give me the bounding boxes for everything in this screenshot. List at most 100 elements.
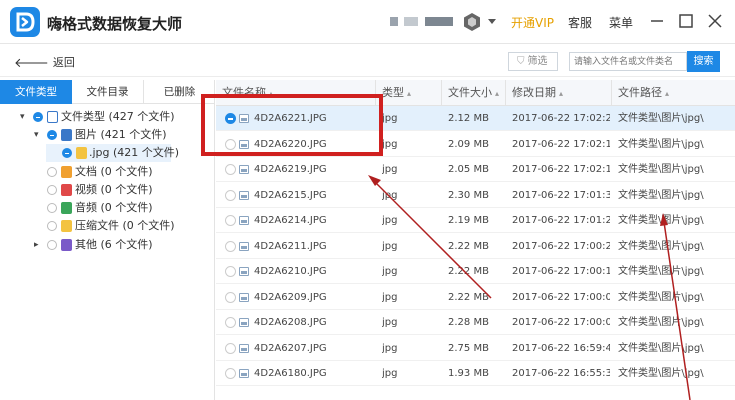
cell-name: 4D2A6215.JPG [254, 189, 327, 201]
tree-checkbox[interactable] [62, 148, 72, 158]
cell-name: 4D2A6220.JPG [254, 138, 327, 150]
search-button[interactable]: 搜索 [687, 51, 720, 72]
cell-date: 2017-06-22 17:02:10 [512, 164, 610, 175]
expand-icon[interactable]: ▸ [34, 236, 44, 254]
file-table: 文件名称 ▴ 类型 ▴ 文件大小 ▴ 修改日期 ▴ 文件路径 ▴ 4D2A6221.JPG… [216, 80, 735, 400]
column-header-name[interactable]: 文件名称 ▴ [216, 80, 376, 106]
title-bar: 嗨格式数据恢复大师 开通VIP 客服 菜单 [0, 0, 735, 44]
tree-item-audio[interactable]: 音频 (0 个文件) [0, 199, 215, 217]
cell-size: 2.12 MB [448, 113, 489, 124]
column-label: 类型 [382, 86, 404, 99]
tree-checkbox[interactable] [33, 112, 43, 122]
table-row[interactable]: 4D2A6214.JPG jpg 2.19 MB 2017-06-22 17:01:2… [216, 208, 735, 233]
table-row[interactable]: 4D2A6207.JPG jpg 2.75 MB 2017-06-22 16:59:4… [216, 336, 735, 361]
archive-icon [61, 220, 72, 232]
column-header-path[interactable]: 文件路径 ▴ [612, 80, 735, 106]
row-checkbox[interactable] [225, 266, 236, 277]
row-checkbox[interactable] [225, 164, 236, 175]
collapse-icon[interactable]: ▾ [34, 126, 44, 144]
cell-path: 文件类型\图片\jpg\ [618, 317, 704, 328]
tree-checkbox[interactable] [47, 221, 57, 231]
row-checkbox[interactable] [225, 240, 236, 252]
tree-item-others[interactable]: ▸ 其他 (6 个文件) [0, 236, 215, 254]
tree-item-videos[interactable]: 视频 (0 个文件) [0, 181, 215, 199]
cell-date: 2017-06-22 16:55:38 [512, 368, 610, 379]
user-avatar-icon[interactable] [462, 12, 482, 32]
cell-name: 4D2A6211.JPG [254, 240, 327, 252]
arrow-left-icon: 🡐 [14, 56, 49, 71]
sort-icon: ▴ [665, 89, 670, 98]
row-checkbox[interactable] [225, 215, 236, 226]
tree-item-label: 压缩文件 (0 个文件) [75, 219, 175, 232]
tree-item-jpg[interactable]: .jpg (421 个文件) [46, 144, 179, 162]
cell-date: 2017-06-22 17:01:36 [512, 189, 610, 201]
maximize-icon[interactable] [677, 12, 695, 30]
image-file-icon [239, 292, 249, 302]
table-row[interactable]: 4D2A6211.JPG jpg 2.22 MB 2017-06-22 17:00:2… [216, 234, 735, 259]
collapse-icon[interactable]: ▾ [20, 108, 30, 126]
close-icon[interactable] [706, 12, 724, 30]
chevron-down-icon[interactable] [488, 19, 496, 24]
tree-checkbox[interactable] [47, 185, 57, 195]
cell-path: 文件类型\图片\jpg\ [618, 342, 704, 354]
tree-checkbox[interactable] [47, 240, 57, 250]
cell-size: 2.30 MB [448, 189, 489, 201]
image-folder-icon [61, 129, 72, 141]
cell-size: 2.22 MB [448, 291, 489, 303]
table-row[interactable]: 4D2A6220.JPG jpg 2.09 MB 2017-06-22 17:02:1… [216, 132, 735, 157]
image-file-icon [239, 190, 249, 200]
table-row[interactable]: 4D2A6219.JPG jpg 2.05 MB 2017-06-22 17:02:1… [216, 157, 735, 182]
service-link[interactable]: 客服 [568, 14, 592, 31]
image-file-icon [239, 369, 249, 378]
cell-path: 文件类型\图片\jpg\ [618, 189, 704, 201]
cell-path: 文件类型\图片\jpg\ [618, 215, 704, 226]
other-files-icon [61, 239, 72, 251]
row-checkbox[interactable] [225, 342, 236, 354]
tree-item-pictures[interactable]: ▾ 图片 (421 个文件) [0, 126, 215, 144]
cell-date: 2017-06-22 17:00:14 [512, 266, 610, 277]
tree-item-root[interactable]: ▾ 文件类型 (427 个文件) [0, 108, 215, 126]
table-row[interactable]: 4D2A6210.JPG jpg 2.22 MB 2017-06-22 17:00:1… [216, 259, 735, 284]
menu-link[interactable]: 菜单 [609, 14, 633, 31]
cell-path: 文件类型\图片\jpg\ [618, 138, 704, 150]
column-header-size[interactable]: 文件大小 ▴ [442, 80, 506, 106]
row-checkbox[interactable] [225, 138, 236, 150]
back-button[interactable]: 🡐 返回 [14, 54, 75, 71]
tree-checkbox[interactable] [47, 130, 57, 140]
table-row[interactable]: 4D2A6208.JPG jpg 2.28 MB 2017-06-22 17:00:0… [216, 310, 735, 335]
cell-size: 2.09 MB [448, 138, 489, 150]
image-file-icon [239, 216, 249, 225]
vip-link[interactable]: 开通VIP [511, 14, 554, 31]
account-placeholder [390, 17, 398, 26]
cell-path: 文件类型\图片\jpg\ [618, 113, 704, 124]
sort-icon: ▴ [269, 89, 274, 98]
sort-icon: ▴ [559, 89, 564, 98]
tab-file-directory[interactable]: 文件目录 [72, 80, 144, 104]
tab-deleted[interactable]: 已删除 [144, 80, 215, 104]
search-input[interactable] [569, 52, 687, 71]
tree-item-archives[interactable]: 压缩文件 (0 个文件) [0, 217, 215, 235]
document-icon [61, 166, 72, 178]
row-checkbox[interactable] [225, 317, 236, 328]
minimize-icon[interactable] [648, 12, 666, 30]
tree-checkbox[interactable] [47, 203, 57, 213]
table-row[interactable]: 4D2A6221.JPG jpg 2.12 MB 2017-06-22 17:02:2… [216, 106, 735, 131]
row-checkbox[interactable] [225, 368, 236, 379]
table-row[interactable]: 4D2A6209.JPG jpg 2.22 MB 2017-06-22 17:00:0… [216, 285, 735, 310]
cell-type: jpg [382, 266, 398, 277]
folder-icon [47, 111, 58, 123]
cell-type: jpg [382, 240, 398, 252]
row-checkbox[interactable] [225, 291, 236, 303]
table-row[interactable]: 4D2A6180.JPG jpg 1.93 MB 2017-06-22 16:55:3… [216, 361, 735, 386]
table-row[interactable]: 4D2A6215.JPG jpg 2.30 MB 2017-06-22 17:01:3… [216, 183, 735, 208]
tree-checkbox[interactable] [47, 167, 57, 177]
column-header-type[interactable]: 类型 ▴ [376, 80, 442, 106]
row-checkbox[interactable] [225, 189, 236, 201]
cell-type: jpg [382, 291, 398, 303]
tree-item-documents[interactable]: 文档 (0 个文件) [0, 163, 215, 181]
cell-name: 4D2A6214.JPG [254, 215, 327, 226]
column-header-date[interactable]: 修改日期 ▴ [506, 80, 612, 106]
filter-button[interactable]: ⛉ 筛选 [508, 52, 558, 71]
row-checkbox[interactable] [225, 113, 236, 124]
tab-file-type[interactable]: 文件类型 [0, 80, 72, 104]
